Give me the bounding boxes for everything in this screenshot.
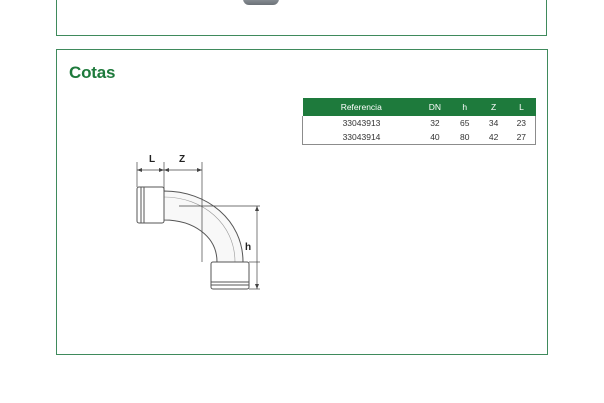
cell-h: 80 — [460, 132, 470, 142]
cell-dn: 40 — [430, 132, 440, 142]
cell-l: 23 — [516, 118, 527, 128]
table-row: 33043914 40 80 42 27 — [303, 130, 536, 145]
label-l: L — [149, 154, 156, 165]
header-l: L — [507, 98, 536, 116]
cell-l: 27 — [516, 132, 527, 142]
elbow-outline — [136, 162, 260, 290]
section-title: Cotas — [69, 63, 116, 82]
header-referencia: Referencia — [302, 98, 420, 116]
table-row: 33043913 32 65 34 23 — [303, 116, 536, 130]
header-h: h — [449, 98, 480, 116]
cell-z: 42 — [488, 132, 499, 142]
product-image-panel — [56, 0, 547, 36]
table-header-row: Referencia DN h Z L — [302, 98, 536, 116]
cell-dn: 32 — [430, 118, 440, 128]
cotas-panel: Cotas Referencia DN h Z L 33043913 32 65… — [56, 49, 548, 355]
cell-h: 65 — [460, 118, 470, 128]
header-z: Z — [479, 98, 508, 116]
cell-referencia: 33043914 — [342, 132, 381, 142]
label-h: h — [245, 242, 252, 253]
dimensions-table: Referencia DN h Z L 33043913 32 65 34 23… — [302, 98, 536, 145]
label-z: Z — [179, 154, 186, 165]
header-dn: DN — [419, 98, 450, 116]
cell-z: 34 — [488, 118, 499, 128]
cell-referencia: 33043913 — [342, 118, 381, 128]
fitting-photo — [243, 0, 279, 5]
